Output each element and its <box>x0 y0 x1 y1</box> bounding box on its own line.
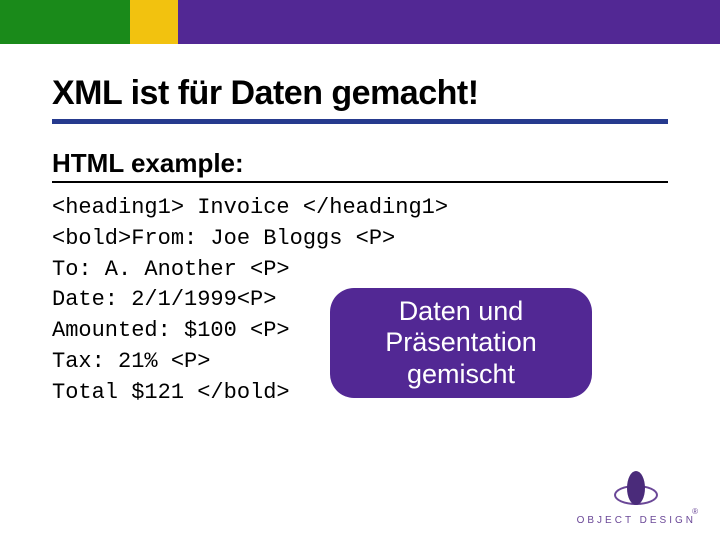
code-line: To: A. Another <P> <box>52 257 290 282</box>
code-line: Date: 2/1/1999<P> <box>52 287 276 312</box>
callout-text: Daten und Präsentation gemischt <box>344 296 578 389</box>
code-line: Amounted: $100 <P> <box>52 318 290 343</box>
callout-bubble: Daten und Präsentation gemischt <box>330 288 592 398</box>
topbar-green-segment <box>0 0 130 44</box>
logo-text: OBJECT DESIGN <box>577 515 696 526</box>
code-line: <bold>From: Joe Bloggs <P> <box>52 226 395 251</box>
section-subtitle: HTML example: <box>52 148 668 183</box>
code-line: Total $121 </bold> <box>52 380 290 405</box>
top-color-bar <box>0 0 720 44</box>
title-underline <box>52 119 668 124</box>
registered-mark-icon: ® <box>692 507 698 516</box>
code-line: Tax: 21% <P> <box>52 349 210 374</box>
logo-mark-icon <box>614 469 658 513</box>
topbar-purple-segment <box>178 0 720 44</box>
code-line: <heading1> Invoice </heading1> <box>52 195 448 220</box>
topbar-yellow-segment <box>130 0 178 44</box>
slide-title: XML ist für Daten gemacht! <box>52 74 668 115</box>
brand-logo: OBJECT DESIGN ® <box>577 469 696 526</box>
